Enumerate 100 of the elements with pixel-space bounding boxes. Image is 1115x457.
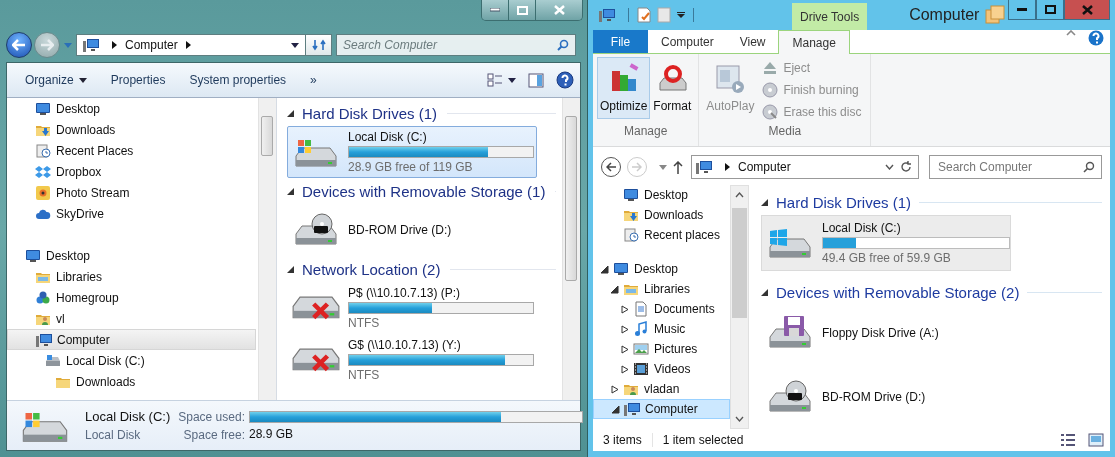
- expander-icon[interactable]: [601, 264, 609, 274]
- maximize-button[interactable]: [509, 0, 536, 20]
- up-arrow-icon[interactable]: [673, 160, 683, 174]
- help-icon[interactable]: [556, 71, 574, 89]
- disc-icon: [762, 104, 779, 120]
- expander-icon[interactable]: [611, 384, 619, 394]
- drive-tile[interactable]: Local Disk (C:) 49.4 GB free of 59.9 GB: [761, 215, 1011, 271]
- nav-item[interactable]: Pictures: [593, 339, 730, 359]
- ribbon-tab[interactable]: File: [593, 30, 648, 53]
- help-icon[interactable]: [1088, 30, 1104, 46]
- refresh-icon[interactable]: [900, 161, 912, 173]
- toolbar-button[interactable]: Organize: [13, 67, 99, 93]
- search-icon[interactable]: [557, 39, 569, 51]
- collapse-icon[interactable]: [287, 109, 294, 117]
- nav-item[interactable]: Desktop: [593, 259, 730, 279]
- expander-icon[interactable]: [621, 344, 629, 354]
- close-button[interactable]: [536, 0, 582, 20]
- refresh-button[interactable]: [306, 34, 332, 56]
- drive-name: Local Disk (C:): [348, 130, 428, 144]
- refresh-icon: [311, 39, 326, 51]
- nav-item[interactable]: Photo Stream: [7, 182, 256, 203]
- back-arrow-icon: [12, 39, 26, 51]
- drive-capacity: NTFS: [348, 368, 381, 382]
- ribbon-tab[interactable]: Computer: [648, 30, 727, 53]
- expander-icon[interactable]: [621, 364, 629, 374]
- search-field[interactable]: Search Computer: [336, 34, 576, 56]
- drive-tile[interactable]: BD-ROM Drive (D:): [761, 369, 1011, 425]
- scroll-down-icon[interactable]: [735, 416, 744, 422]
- close-button[interactable]: [1064, 0, 1110, 20]
- scroll-up-icon[interactable]: [735, 192, 744, 198]
- computer-icon[interactable]: [599, 7, 615, 23]
- nav-item[interactable]: Downloads: [7, 119, 256, 140]
- caret-icon[interactable]: [508, 77, 516, 83]
- nav-item[interactable]: Desktop: [593, 185, 730, 205]
- properties-icon[interactable]: [637, 7, 651, 23]
- nav-item[interactable]: Downloads: [7, 371, 256, 392]
- scrollbar[interactable]: [730, 185, 749, 429]
- maximize-button[interactable]: [1036, 0, 1064, 20]
- drive-tile[interactable]: P$ (\\10.10.7.13) (P:) NTFS: [287, 282, 537, 334]
- collapse-icon[interactable]: [287, 265, 294, 273]
- minimize-button[interactable]: [1008, 0, 1036, 20]
- nav-item[interactable]: Videos: [593, 359, 730, 379]
- nav-item[interactable]: Music: [593, 319, 730, 339]
- drive-tile[interactable]: Local Disk (C:) 28.9 GB free of 119 GB: [287, 126, 537, 178]
- close-icon: [1081, 4, 1093, 15]
- drive-tile[interactable]: G$ (\\10.10.7.13) (Y:) NTFS: [287, 334, 537, 386]
- collapse-icon[interactable]: [761, 198, 768, 206]
- ribbon-button[interactable]: Format: [650, 57, 695, 119]
- toolbar-button[interactable]: Properties: [98, 67, 178, 93]
- nav-item[interactable]: SkyDrive: [7, 203, 256, 224]
- view-options-icon[interactable]: [487, 72, 503, 88]
- nav-item[interactable]: vl: [7, 308, 256, 329]
- drive-tile[interactable]: BD-ROM Drive (D:): [287, 204, 537, 256]
- collapse-icon[interactable]: [287, 187, 294, 195]
- nav-item[interactable]: Desktop: [7, 98, 256, 119]
- group-label: Media: [767, 124, 803, 140]
- nav-item[interactable]: Recent places: [593, 225, 730, 245]
- address-bar[interactable]: Computer: [691, 155, 919, 179]
- disconnected-drive-icon: [292, 296, 340, 320]
- expander-icon[interactable]: [612, 404, 620, 414]
- scrollbar[interactable]: [562, 98, 580, 400]
- search-field[interactable]: Search Computer: [929, 155, 1102, 179]
- breadcrumb[interactable]: Computer: [738, 160, 791, 174]
- back-button[interactable]: [6, 32, 32, 58]
- ribbon-tab[interactable]: View: [726, 30, 779, 53]
- nav-item[interactable]: Libraries: [593, 279, 730, 299]
- details-view-icon[interactable]: [1060, 433, 1076, 447]
- nav-item[interactable]: Documents: [593, 299, 730, 319]
- search-icon[interactable]: [1083, 161, 1095, 173]
- expander-icon[interactable]: [621, 304, 629, 314]
- address-bar[interactable]: Computer: [76, 34, 306, 56]
- preview-pane-icon[interactable]: [528, 72, 544, 88]
- ribbon-tab[interactable]: Manage: [778, 30, 850, 54]
- toolbar-button[interactable]: System properties: [177, 67, 299, 93]
- drive-tile[interactable]: Floppy Disk Drive (A:): [761, 305, 1011, 361]
- nav-item[interactable]: vladan: [593, 379, 730, 399]
- collapse-icon[interactable]: [761, 288, 768, 296]
- scrollbar[interactable]: [258, 98, 276, 400]
- nav-item[interactable]: Homegroup: [7, 287, 256, 308]
- nav-item[interactable]: Recent Places: [7, 140, 256, 161]
- nav-item[interactable]: Desktop: [7, 245, 256, 266]
- toolbar-button[interactable]: »: [298, 67, 329, 93]
- caret-icon[interactable]: [677, 12, 685, 18]
- collapse-ribbon-icon[interactable]: [1066, 30, 1076, 36]
- breadcrumb[interactable]: Computer: [125, 38, 178, 52]
- nav-item[interactable]: Local Disk (C:): [7, 350, 256, 371]
- caret-icon[interactable]: [291, 42, 299, 48]
- drive-name: G$ (\\10.10.7.13) (Y:): [348, 338, 462, 352]
- nav-item[interactable]: Computer: [593, 399, 730, 419]
- nav-item[interactable]: Computer: [7, 329, 256, 350]
- ribbon-button[interactable]: Optimize: [597, 57, 651, 119]
- nav-item[interactable]: Dropbox: [7, 161, 256, 182]
- expander-icon[interactable]: [611, 284, 619, 294]
- caret-icon[interactable]: [885, 164, 894, 170]
- nav-item[interactable]: Libraries: [7, 266, 256, 287]
- chevron-icon: [725, 163, 730, 171]
- expander-icon[interactable]: [621, 324, 629, 334]
- drive-name: Floppy Disk Drive (A:): [822, 326, 939, 340]
- nav-item[interactable]: Downloads: [593, 205, 730, 225]
- computer-icon: [83, 37, 99, 53]
